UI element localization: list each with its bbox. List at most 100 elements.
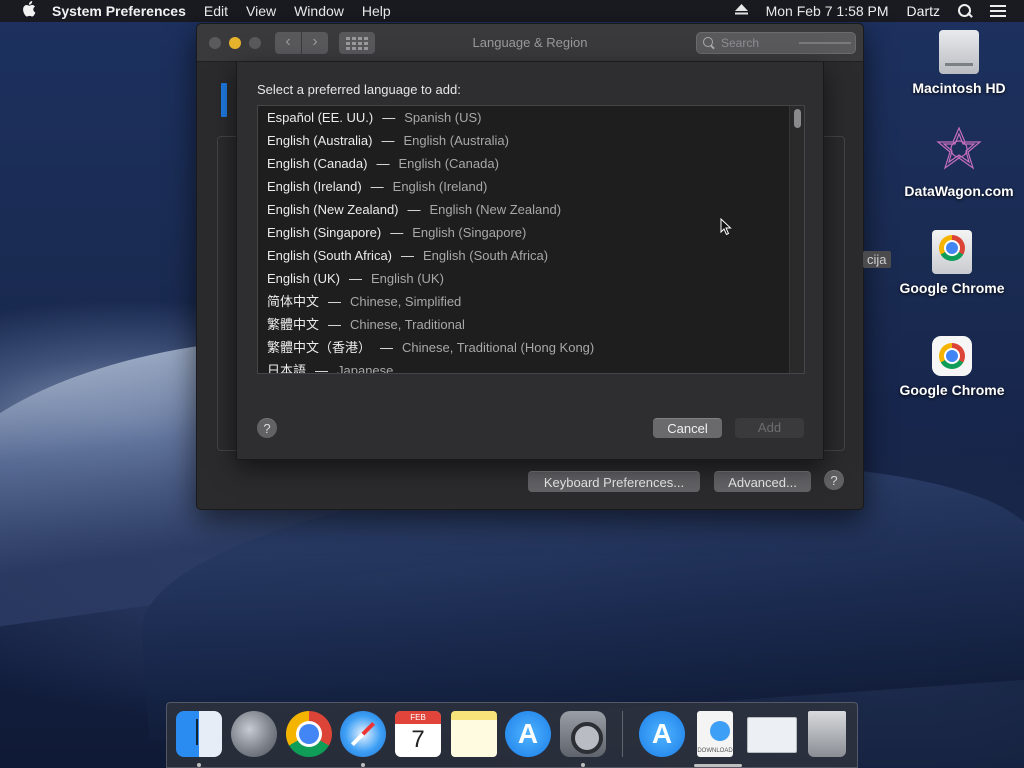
desktop-icon-label: Google Chrome: [899, 280, 1005, 296]
language-separator: —: [328, 317, 342, 332]
language-row[interactable]: English (Ireland) — English (Ireland): [258, 175, 804, 198]
language-english-name: English (Canada): [398, 156, 499, 171]
language-english-name: English (UK): [370, 271, 444, 286]
chrome-disk-image-icon: [932, 230, 972, 274]
language-region-flag-icon: [221, 83, 227, 117]
dock: FEB 7 A A DOWNLOAD: [166, 702, 858, 768]
menu-window[interactable]: Window: [294, 3, 344, 19]
window-titlebar[interactable]: ‹ › Language & Region Search: [197, 24, 863, 62]
language-row[interactable]: English (Canada) — English (Canada): [258, 152, 804, 175]
scrollbar-thumb[interactable]: [794, 109, 801, 128]
desktop-icon-macintosh-hd[interactable]: Macintosh HD: [899, 30, 1019, 96]
language-english-name: Chinese, Traditional (Hong Kong): [402, 340, 595, 355]
language-separator: —: [381, 133, 395, 148]
language-native-name: 简体中文: [267, 294, 320, 309]
finder-icon[interactable]: [176, 711, 222, 757]
language-row[interactable]: English (Australia) — English (Australia): [258, 129, 804, 152]
language-english-name: Chinese, Traditional: [350, 317, 465, 332]
add-button[interactable]: Add: [735, 418, 804, 438]
sheet-prompt: Select a preferred language to add:: [257, 82, 461, 97]
download-label: DOWNLOAD: [697, 748, 733, 754]
language-native-name: English (Canada): [267, 156, 368, 171]
menu-help[interactable]: Help: [362, 3, 391, 19]
language-english-name: English (Ireland): [392, 179, 488, 194]
safari-icon[interactable]: [340, 711, 386, 757]
notification-center-icon[interactable]: [990, 5, 1006, 17]
menubar-clock[interactable]: Mon Feb 7 1:58 PM: [766, 3, 889, 19]
partial-label: cija: [863, 251, 891, 268]
desktop-icon-google-chrome-dmg[interactable]: Google Chrome: [892, 230, 1012, 296]
hard-drive-icon: [939, 30, 979, 74]
language-english-name: English (Australia): [403, 133, 510, 148]
language-separator: —: [376, 156, 390, 171]
language-separator: —: [348, 271, 362, 286]
language-list[interactable]: Español (EE. UU.) — Spanish (US) English (…: [257, 105, 805, 374]
notes-icon[interactable]: [451, 711, 497, 757]
app-menu[interactable]: System Preferences: [52, 3, 186, 19]
advanced-button[interactable]: Advanced...: [714, 471, 811, 492]
app-store-icon[interactable]: A: [505, 711, 551, 757]
language-native-name: 繁體中文: [267, 317, 320, 332]
menu-view[interactable]: View: [246, 3, 276, 19]
language-row[interactable]: 简体中文 — Chinese, Simplified: [258, 290, 804, 313]
language-separator: —: [328, 294, 342, 309]
language-separator: —: [407, 202, 421, 217]
trash-icon[interactable]: [808, 711, 846, 757]
mouse-pointer-icon: [720, 218, 732, 236]
calendar-icon[interactable]: FEB 7: [395, 711, 441, 757]
calendar-day: 7: [411, 726, 425, 753]
language-row[interactable]: 繁體中文 — Chinese, Traditional: [258, 313, 804, 336]
menubar-user[interactable]: Dartz: [907, 3, 940, 19]
dock-running-indicator: [361, 763, 365, 767]
language-english-name: Chinese, Simplified: [350, 294, 462, 309]
language-english-name: Japanese: [337, 363, 394, 374]
language-row[interactable]: English (UK) — English (UK): [258, 267, 804, 290]
desktop-icon-label: Google Chrome: [899, 382, 1005, 398]
language-english-name: English (Singapore): [412, 225, 527, 240]
keyboard-preferences-button[interactable]: Keyboard Preferences...: [528, 471, 700, 492]
cancel-button[interactable]: Cancel: [653, 418, 722, 438]
desktop-icon-datawagon[interactable]: DataWagon.com: [899, 126, 1019, 199]
language-native-name: Español (EE. UU.): [267, 110, 374, 125]
apple-menu-icon[interactable]: [18, 1, 40, 21]
calendar-month: FEB: [395, 711, 441, 724]
chrome-icon[interactable]: [286, 711, 332, 757]
system-preferences-icon[interactable]: [560, 711, 606, 757]
language-row[interactable]: 日本語 — Japanese: [258, 359, 804, 374]
eject-icon[interactable]: [734, 4, 748, 18]
language-native-name: English (New Zealand): [267, 202, 399, 217]
spotlight-search-icon[interactable]: [958, 4, 972, 18]
search-field[interactable]: Search: [696, 32, 856, 54]
search-icon: [703, 37, 715, 49]
launchpad-icon[interactable]: [231, 711, 277, 757]
app-store-download-icon[interactable]: A: [639, 711, 685, 757]
dock-running-indicator: [197, 763, 201, 767]
language-separator: —: [315, 363, 329, 374]
menu-edit[interactable]: Edit: [204, 3, 228, 19]
language-list-scrollbar[interactable]: [789, 106, 804, 373]
desktop-icon-google-chrome-app[interactable]: Google Chrome: [892, 336, 1012, 398]
language-row[interactable]: English (South Africa) — English (South Af…: [258, 244, 804, 267]
language-row[interactable]: 繁體中文（香港） — Chinese, Traditional (Hong Kong…: [258, 336, 804, 359]
language-english-name: English (South Africa): [423, 248, 549, 263]
recent-window-icon[interactable]: [747, 717, 797, 753]
language-native-name: English (Australia): [267, 133, 373, 148]
downloads-stack-icon[interactable]: DOWNLOAD: [697, 711, 733, 757]
language-row[interactable]: Español (EE. UU.) — Spanish (US): [258, 106, 804, 129]
search-field-bar: [799, 42, 851, 44]
language-separator: —: [390, 225, 404, 240]
search-placeholder: Search: [721, 36, 760, 50]
sheet-help-button[interactable]: ?: [257, 418, 277, 438]
chrome-app-icon: [932, 336, 972, 376]
language-native-name: English (South Africa): [267, 248, 393, 263]
language-separator: —: [401, 248, 415, 263]
language-native-name: English (UK): [267, 271, 340, 286]
dock-divider: [622, 711, 623, 757]
language-native-name: English (Ireland): [267, 179, 362, 194]
desktop-icon-label: Macintosh HD: [912, 80, 1006, 96]
menu-bar: System Preferences Edit View Window Help…: [0, 0, 1024, 22]
help-button[interactable]: ?: [824, 470, 844, 490]
language-native-name: 繁體中文（香港）: [267, 340, 372, 355]
language-native-name: 日本語: [267, 363, 307, 374]
dock-stack-indicator: [694, 764, 742, 767]
